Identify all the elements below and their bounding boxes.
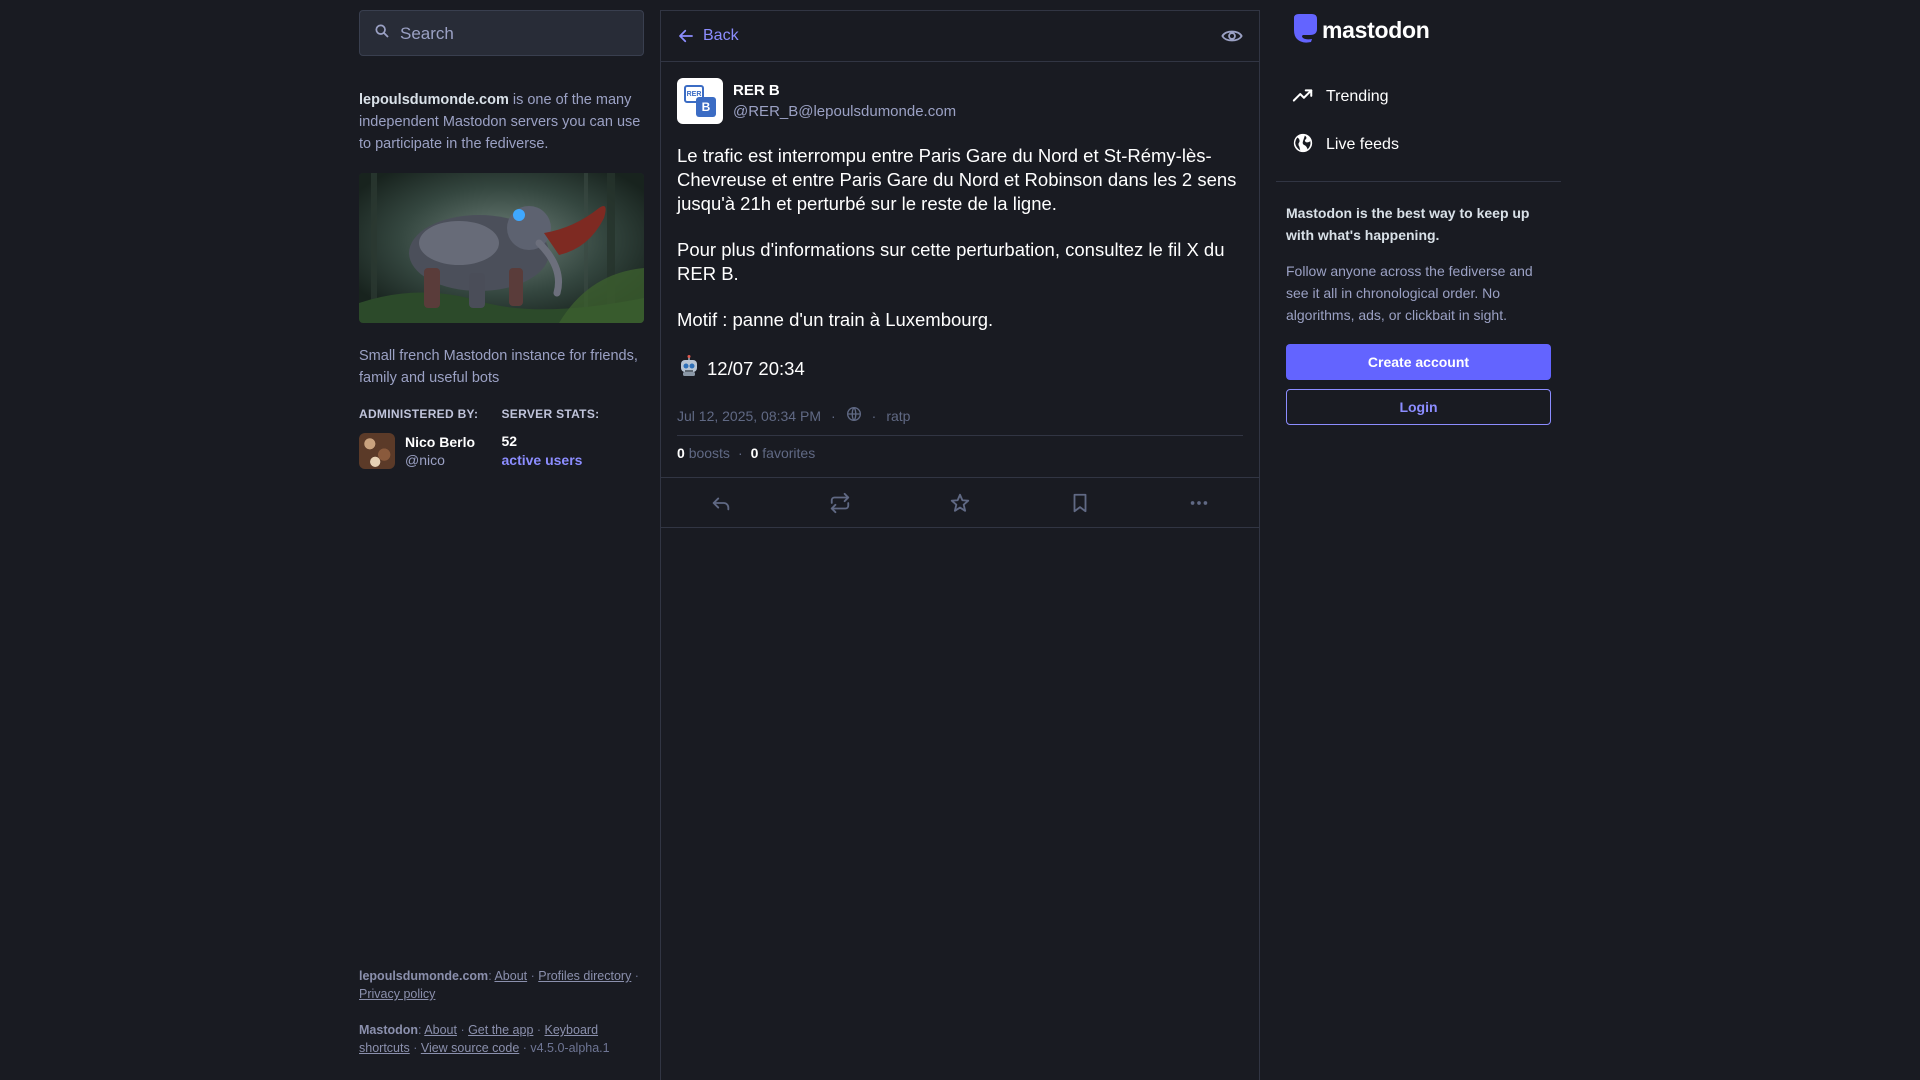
arrow-left-icon [677, 27, 695, 45]
mastodon-logo-text: mastodon [1322, 16, 1430, 43]
active-users-count: 52 [501, 433, 518, 449]
back-button[interactable]: Back [677, 27, 739, 45]
server-stats-label: Server stats: [501, 407, 600, 421]
server-description: Small french Mastodon instance for frien… [359, 348, 638, 386]
boost-icon[interactable] [829, 492, 851, 514]
admin-account[interactable]: Nico Berlo @nico [359, 433, 502, 469]
nav-live-feeds[interactable]: Live feeds [1276, 121, 1561, 169]
globe-icon [846, 406, 862, 425]
mastodon-logo[interactable]: mastodon [1276, 10, 1561, 50]
mastodon-logo-icon [1290, 12, 1320, 48]
status-paragraph: Le trafic est interrompu entre Paris Gar… [677, 145, 1237, 214]
footer-mastodon-about-link[interactable]: About [424, 1023, 457, 1037]
eye-icon[interactable] [1221, 25, 1243, 47]
footer-profiles-directory-link[interactable]: Profiles directory [538, 969, 631, 983]
boosts-count: 0 [677, 445, 685, 461]
left-column: Search lepoulsdumonde.com is one of the … [359, 10, 644, 1080]
status-acct[interactable]: @RER_B@lepoulsdumonde.com [733, 103, 956, 120]
status-timestamp[interactable]: Jul 12, 2025, 08:34 PM [677, 408, 821, 424]
nav-trending-label: Trending [1326, 88, 1389, 105]
footer-get-app-link[interactable]: Get the app [468, 1023, 533, 1037]
status-column: Back RER B RER B @RER_B@lepoulsdumonde.c… [660, 10, 1260, 1080]
search-icon [374, 23, 390, 43]
login-button[interactable]: Login [1286, 389, 1551, 425]
star-icon[interactable] [949, 492, 971, 514]
status-avatar[interactable]: RER B [677, 78, 723, 124]
counts-separator: · [737, 445, 743, 461]
trending-icon [1292, 84, 1314, 111]
status-emoji-line: 12/07 20:34 [677, 354, 1243, 384]
boosts-label: boosts [688, 445, 730, 461]
server-hero-image [359, 173, 644, 323]
admin-handle[interactable]: @nico [405, 452, 475, 468]
signup-body: Follow anyone across the fediverse and s… [1286, 263, 1533, 323]
more-icon[interactable] [1188, 492, 1210, 514]
server-domain: lepoulsdumonde.com [359, 92, 509, 108]
footer-server-links: lepoulsdumonde.com: About · Profiles dir… [359, 969, 639, 1001]
status-header[interactable]: RER B RER B @RER_B@lepoulsdumonde.com [677, 78, 1243, 124]
footer-mastodon-links: Mastodon: About · Get the app · Keyboard… [359, 1023, 610, 1055]
favorites-link[interactable]: 0 favorites [751, 445, 816, 461]
footer-source-code-link[interactable]: View source code [421, 1041, 519, 1055]
globe-icon [1292, 132, 1314, 159]
administered-by: Administered by: Nico Berlo @nico [359, 407, 502, 469]
nav-live-feeds-label: Live feeds [1326, 136, 1399, 153]
status-display-name[interactable]: RER B [733, 82, 956, 99]
meta-separator: · [871, 407, 877, 424]
footer-server-domain: lepoulsdumonde.com [359, 969, 489, 983]
status-content: Le trafic est interrompu entre Paris Gar… [677, 144, 1243, 384]
signup-panel: Mastodon is the best way to keep up with… [1276, 182, 1561, 425]
robot-elephant-illustration [359, 173, 644, 323]
create-account-button[interactable]: Create account [1286, 344, 1551, 380]
column-header: Back [661, 11, 1259, 62]
nav-trending[interactable]: Trending [1276, 73, 1561, 121]
active-users-label: active users [501, 452, 583, 468]
boosts-link[interactable]: 0 boosts [677, 445, 730, 461]
search-box[interactable]: Search [359, 10, 644, 56]
navigation-panel: mastodon Trending Live feeds Mastodon is… [1276, 10, 1561, 425]
robot-emoji-icon [677, 354, 701, 384]
bookmark-icon[interactable] [1069, 492, 1091, 514]
favorites-label: favorites [762, 445, 816, 461]
avatar-text-bottom: B [696, 97, 716, 117]
status-application[interactable]: ratp [886, 408, 910, 424]
reply-icon[interactable] [710, 492, 732, 514]
footer-about-link[interactable]: About [494, 969, 527, 983]
status-action-bar [661, 477, 1259, 528]
status-counts: 0 boosts · 0 favorites [677, 436, 1243, 477]
status-paragraph: Motif : panne d'un train à Luxembourg. [677, 309, 994, 330]
back-label: Back [703, 27, 739, 44]
server-about: lepoulsdumonde.com is one of the many in… [359, 89, 644, 155]
favorites-count: 0 [750, 445, 759, 461]
meta-separator: · [831, 407, 836, 424]
footer-links: lepoulsdumonde.com: About · Profiles dir… [359, 967, 644, 1057]
admin-name[interactable]: Nico Berlo [405, 434, 475, 450]
status: RER B RER B @RER_B@lepoulsdumonde.com Le… [661, 62, 1259, 477]
footer-privacy-policy-link[interactable]: Privacy policy [359, 987, 435, 1001]
server-stats: Administered by: Nico Berlo @nico Server… [359, 407, 644, 469]
status-meta: Jul 12, 2025, 08:34 PM · · ratp [677, 406, 1243, 436]
administered-by-label: Administered by: [359, 407, 479, 421]
signup-headline: Mastodon is the best way to keep up with… [1286, 205, 1530, 243]
footer-version: v4.5.0-alpha.1 [530, 1041, 610, 1055]
admin-avatar[interactable] [359, 433, 395, 469]
status-emoji-line-text: 12/07 20:34 [707, 358, 805, 379]
server-stats-col: Server stats: 52 active users [502, 407, 645, 469]
footer-mastodon-label: Mastodon [359, 1023, 419, 1037]
status-paragraph: Pour plus d'informations sur cette pertu… [677, 239, 1225, 284]
search-input[interactable] [400, 23, 629, 43]
